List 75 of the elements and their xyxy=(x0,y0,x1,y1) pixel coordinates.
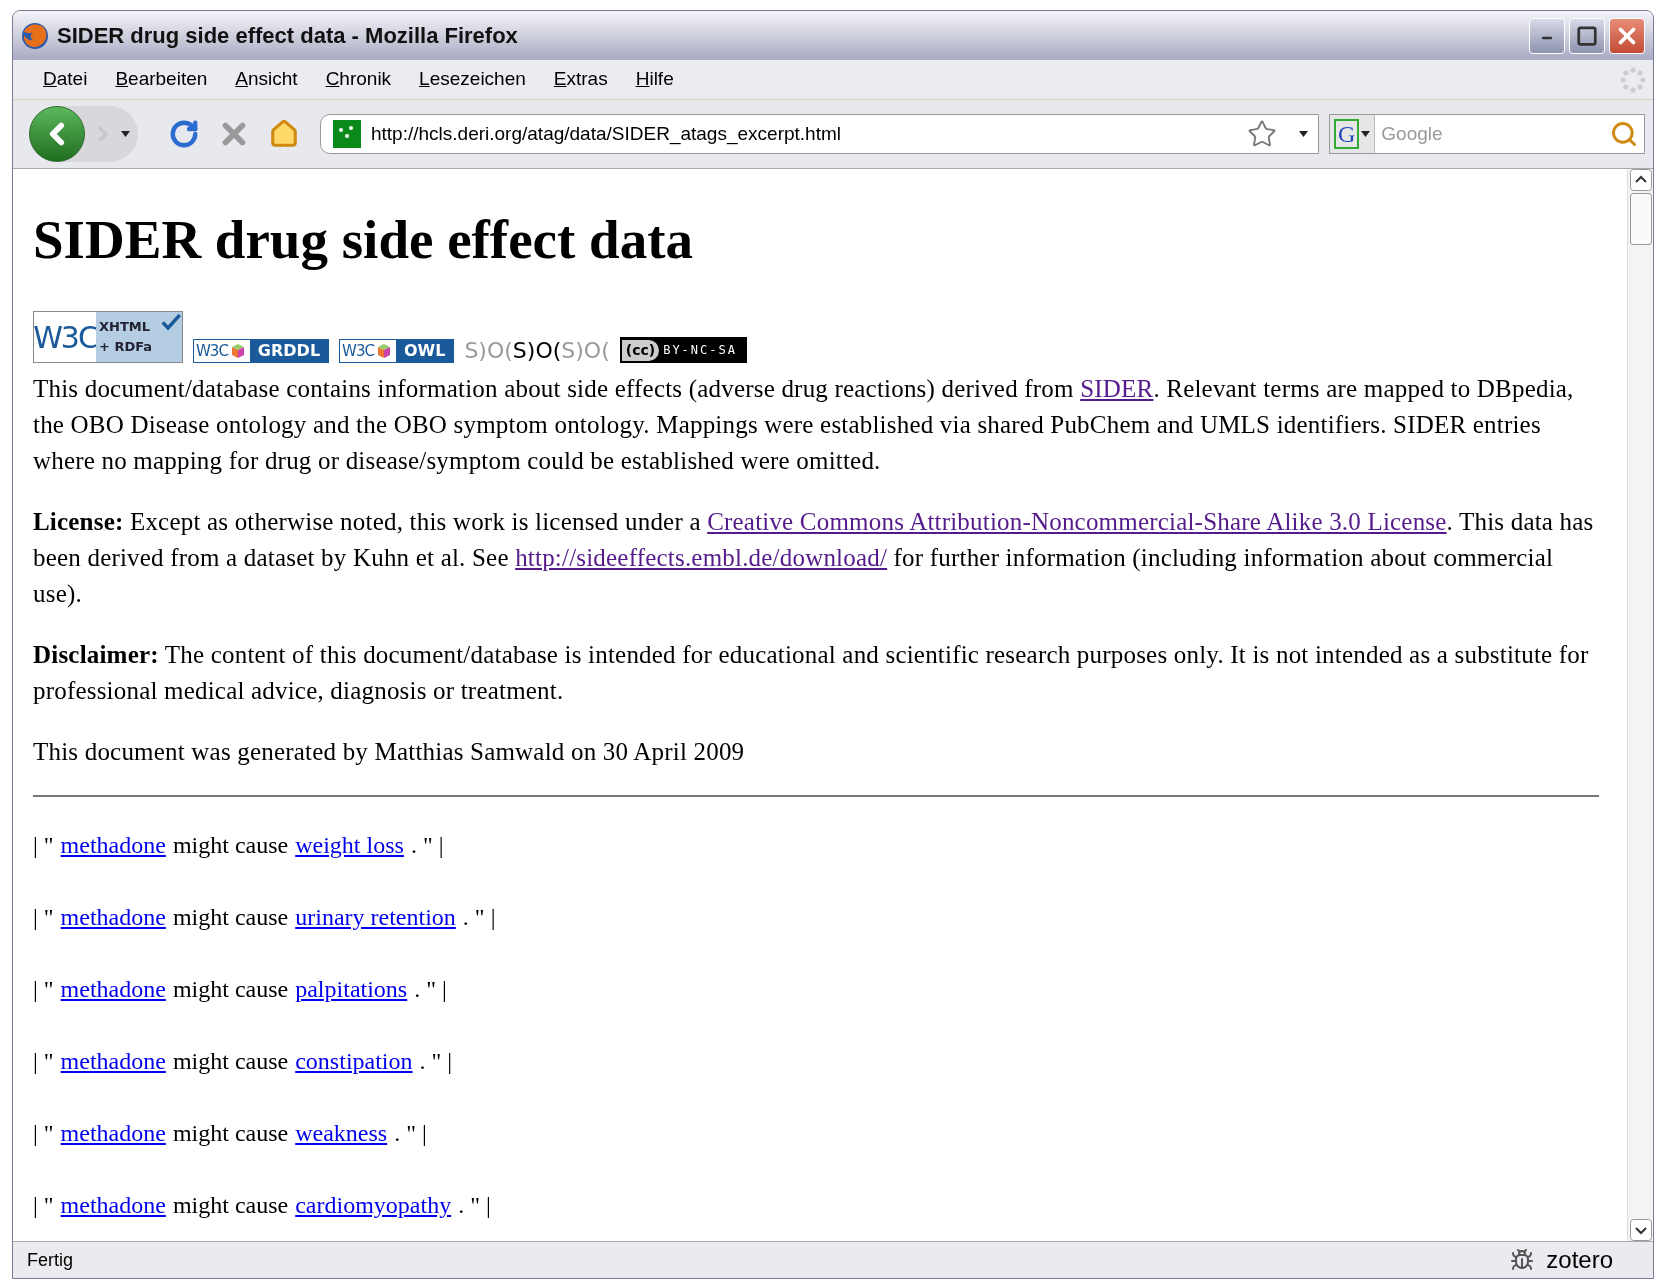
sioc-logo-text: S)O( xyxy=(561,336,610,365)
search-icon[interactable] xyxy=(1610,120,1638,148)
statement-suffix: . " | xyxy=(414,975,447,1004)
bookmark-star-icon[interactable] xyxy=(1247,119,1277,149)
menu-item[interactable]: Chronik xyxy=(311,65,406,94)
url-text: http://hcls.deri.org/atag/data/SIDER_atags_excerpt.html xyxy=(371,121,842,147)
browser-logo-icon xyxy=(21,21,49,50)
side-effect-link[interactable]: weight loss xyxy=(295,827,404,863)
scrollbar[interactable] xyxy=(1627,169,1653,1241)
statement-suffix: . " | xyxy=(458,1191,491,1220)
url-history-caret-icon[interactable] xyxy=(1299,131,1308,137)
maximize-icon[interactable] xyxy=(1576,24,1598,47)
menu-item[interactable]: Lesezeichen xyxy=(405,65,540,94)
search-box[interactable]: G Google xyxy=(1329,114,1645,154)
statement-prefix: | " xyxy=(33,975,54,1004)
statement-verb: might cause xyxy=(172,1191,289,1220)
side-effect-link[interactable]: palpitations xyxy=(295,971,408,1007)
drug-link[interactable]: methadone xyxy=(60,1115,166,1151)
scroll-thumb[interactable] xyxy=(1629,193,1652,245)
drug-link[interactable]: methadone xyxy=(60,827,166,863)
cc-license-badge: (cc) BY-NC-SA xyxy=(619,337,747,363)
side-effect-link[interactable]: urinary retention xyxy=(295,899,456,935)
statement-verb: might cause xyxy=(172,831,289,860)
drug-link[interactable]: methadone xyxy=(60,899,166,935)
page-heading: SIDER drug side effect data xyxy=(33,208,694,272)
window-title: SIDER drug side effect data - Mozilla Firefox xyxy=(57,22,519,50)
statement-suffix: . " | xyxy=(419,1047,453,1076)
menu-item[interactable]: Hilfe xyxy=(621,65,688,94)
status-text: Fertig xyxy=(27,1248,74,1272)
w3c-badge: W3C GRDDL xyxy=(193,339,330,363)
statement-prefix: | " xyxy=(33,1119,54,1148)
scroll-down-icon[interactable] xyxy=(1629,1219,1652,1241)
search-engine-logo[interactable]: G xyxy=(1334,119,1360,149)
w3c-badge: W3C OWL xyxy=(339,339,455,363)
statement-suffix: . " | xyxy=(462,903,496,932)
statement-prefix: | " xyxy=(33,1047,54,1076)
search-engine-caret-icon[interactable] xyxy=(1361,131,1371,137)
statement-suffix: . " | xyxy=(410,831,444,860)
text-link[interactable]: http://sideeffects.embl.de/download/ xyxy=(515,544,888,571)
paragraph: This document/database contains information about side effects (adverse drug reactions) derived from SIDER. Relevant terms are mapped to DBpedia, the OBO Disease ontology and the OBO symptom ontology. Mappings were established via shared PubChem and UMLS identifiers. SIDER entries where no mapping for drug or disease/symptom could be established were omitted. xyxy=(33,374,1575,476)
address-bar[interactable]: http://hcls.deri.org/atag/data/SIDER_atags_excerpt.html xyxy=(320,114,1319,154)
history-caret-icon[interactable] xyxy=(121,131,130,137)
menu-item[interactable]: Extras xyxy=(539,65,622,94)
drug-link[interactable]: methadone xyxy=(60,1187,166,1223)
maximize-button[interactable] xyxy=(1569,17,1605,54)
drug-link[interactable]: methadone xyxy=(60,971,166,1007)
paragraph: Disclaimer: The content of this document/database is intended for educational and scientific research purposes only. It is not intended as a substitute for professional medical advice, diagnosis or treatment. xyxy=(33,640,1590,706)
menu-item[interactable]: Bearbeiten xyxy=(101,65,222,94)
statement-prefix: | " xyxy=(33,831,54,860)
paragraph: This document was generated by Matthias Samwald on 30 April 2009 xyxy=(33,737,746,767)
statement-verb: might cause xyxy=(172,1047,289,1076)
search-field[interactable]: Google xyxy=(1381,119,1610,149)
sioc-logo-text: S)O( xyxy=(464,336,513,365)
statement-verb: might cause xyxy=(172,903,289,932)
menu-item[interactable]: Datei xyxy=(29,65,102,94)
bug-icon[interactable] xyxy=(1510,1248,1535,1272)
paragraph: License: Except as otherwise noted, this work is licensed under a Creative Commons Attribution-Noncommercial-Share Alike 3.0 License. This data has been derived from a dataset by Kuhn et al. See http://sideeffects.embl.de/download/ for further information (including information about commercial use). xyxy=(33,507,1595,609)
side-effect-link[interactable]: constipation xyxy=(295,1043,413,1079)
statement-prefix: | " xyxy=(33,1191,54,1220)
side-effect-link[interactable]: cardiomyopathy xyxy=(295,1187,452,1223)
zotero-button[interactable]: zotero xyxy=(1546,1242,1613,1278)
statement-verb: might cause xyxy=(172,1119,289,1148)
back-button[interactable] xyxy=(29,106,85,162)
sioc-logo-text: S)O( xyxy=(512,336,562,365)
loading-spinner-icon xyxy=(1619,65,1647,94)
text-link[interactable]: Creative Commons Attribution-Noncommercial-Share Alike 3.0 License xyxy=(707,508,1447,535)
side-effect-link[interactable]: weakness xyxy=(295,1115,388,1151)
statement-prefix: | " xyxy=(33,903,54,932)
statement-suffix: . " | xyxy=(394,1119,427,1148)
menu-item[interactable]: Ansicht xyxy=(221,65,312,94)
scroll-up-icon[interactable] xyxy=(1629,169,1652,191)
site-icon xyxy=(333,120,361,148)
text-link[interactable]: SIDER xyxy=(1080,375,1154,402)
drug-link[interactable]: methadone xyxy=(60,1043,166,1079)
statement-verb: might cause xyxy=(172,975,289,1004)
